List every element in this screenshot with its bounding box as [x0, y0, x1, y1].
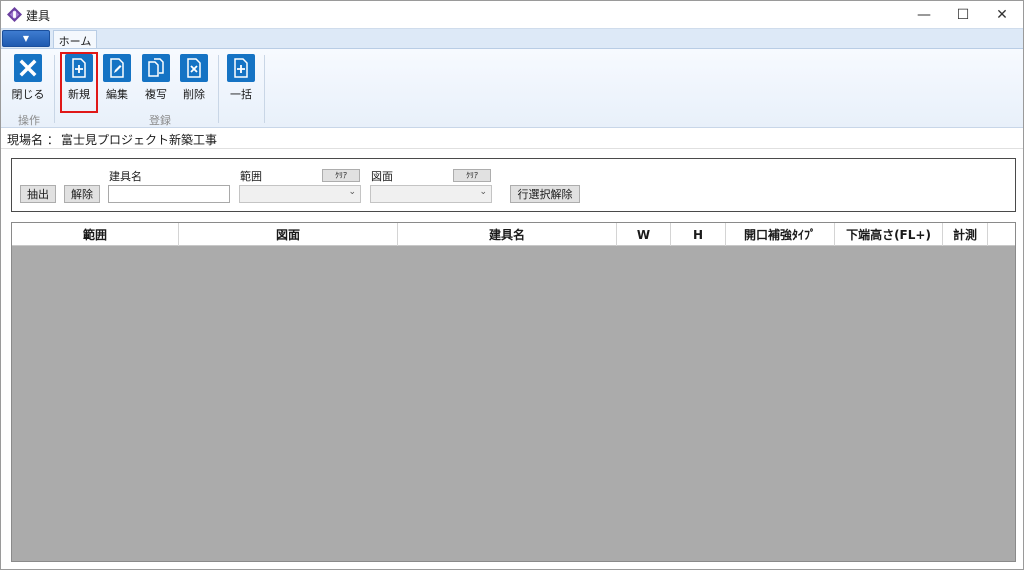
- close-window-button[interactable]: ✕: [982, 1, 1022, 28]
- copy-document-icon: [142, 54, 170, 82]
- extract-button[interactable]: 抽出: [20, 185, 56, 203]
- delete-button[interactable]: 削除: [176, 54, 212, 102]
- close-icon: ✕: [996, 6, 1008, 23]
- close-x-icon: [14, 54, 42, 82]
- column-header-measurement[interactable]: 計測: [943, 223, 988, 246]
- column-header-width[interactable]: W: [617, 223, 671, 246]
- site-name-value: 富士見プロジェクト新築工事: [61, 133, 218, 147]
- bulk-add-icon: [227, 54, 255, 82]
- column-header-bottom-height[interactable]: 下端高さ(FL+): [835, 223, 943, 246]
- maximize-icon: ☐: [956, 6, 970, 23]
- range-label: 範囲: [240, 170, 262, 183]
- copy-button[interactable]: 複写: [138, 54, 174, 102]
- fitting-name-label: 建具名: [109, 170, 142, 183]
- edit-button-label: 編集: [106, 88, 128, 101]
- column-header-drawing[interactable]: 図面: [179, 223, 398, 246]
- site-name-row: 現場名 ： 富士見プロジェクト新築工事: [1, 129, 1023, 149]
- column-header-fitting-name[interactable]: 建具名: [398, 223, 617, 246]
- chevron-down-icon: ⌄: [348, 187, 356, 197]
- maximize-button[interactable]: ☐: [943, 1, 983, 28]
- drawing-clear-button[interactable]: ｸﾘｱ: [453, 169, 491, 182]
- group-label-operation: 操作: [18, 114, 40, 127]
- minimize-icon: —: [917, 6, 931, 23]
- clear-filter-button[interactable]: 解除: [64, 185, 100, 203]
- app-menu-button[interactable]: ▼: [2, 30, 50, 47]
- close-button-label: 閉じる: [11, 88, 45, 101]
- data-grid[interactable]: 範囲 図面 建具名 W H 開口補強ﾀｲﾌﾟ 下端高さ(FL+) 計測: [11, 222, 1016, 562]
- app-window: 建具 — ☐ ✕ ▼ ホーム 閉じる 操作 新規 編集 複写 削除 登録 一括 …: [0, 0, 1024, 570]
- tab-home-label: ホーム: [58, 34, 92, 48]
- range-select[interactable]: ⌄: [239, 185, 361, 203]
- delete-document-icon: [180, 54, 208, 82]
- title-bar: 建具 — ☐ ✕: [1, 1, 1023, 28]
- column-header-range[interactable]: 範囲: [12, 223, 179, 246]
- drawing-select[interactable]: ⌄: [370, 185, 492, 203]
- group-label-register: 登録: [149, 114, 171, 127]
- row-deselect-button[interactable]: 行選択解除: [510, 185, 580, 203]
- filter-panel: 抽出 解除 建具名 範囲 ｸﾘｱ ⌄ 図面 ｸﾘｱ ⌄ 行選択解除: [11, 158, 1016, 212]
- dropdown-arrow-icon: ▼: [22, 34, 30, 43]
- fitting-name-input[interactable]: [108, 185, 230, 203]
- tab-home[interactable]: ホーム: [53, 30, 97, 50]
- drawing-label: 図面: [371, 170, 393, 183]
- ribbon-tab-bar: ▼ ホーム: [1, 28, 1023, 50]
- edit-document-icon: [103, 54, 131, 82]
- app-logo-icon: [7, 7, 22, 22]
- group-separator: [218, 55, 219, 123]
- window-title: 建具: [26, 9, 51, 23]
- group-separator: [264, 55, 265, 123]
- highlight-box-new: [60, 52, 98, 113]
- minimize-button[interactable]: —: [904, 1, 944, 28]
- group-separator: [54, 55, 55, 123]
- chevron-down-icon: ⌄: [479, 187, 487, 197]
- grid-header: 範囲 図面 建具名 W H 開口補強ﾀｲﾌﾟ 下端高さ(FL+) 計測: [12, 223, 1015, 246]
- range-clear-button[interactable]: ｸﾘｱ: [322, 169, 360, 182]
- bulk-button-label: 一括: [230, 88, 252, 101]
- close-button[interactable]: 閉じる: [10, 54, 46, 102]
- column-header-opening-reinforcement-type[interactable]: 開口補強ﾀｲﾌﾟ: [726, 223, 835, 246]
- edit-button[interactable]: 編集: [99, 54, 135, 102]
- site-name-label: 現場名 ：: [7, 133, 59, 147]
- copy-button-label: 複写: [145, 88, 167, 101]
- column-header-height[interactable]: H: [671, 223, 726, 246]
- delete-button-label: 削除: [183, 88, 205, 101]
- ribbon: 閉じる 操作 新規 編集 複写 削除 登録 一括: [1, 48, 1023, 128]
- bulk-button[interactable]: 一括: [223, 54, 259, 102]
